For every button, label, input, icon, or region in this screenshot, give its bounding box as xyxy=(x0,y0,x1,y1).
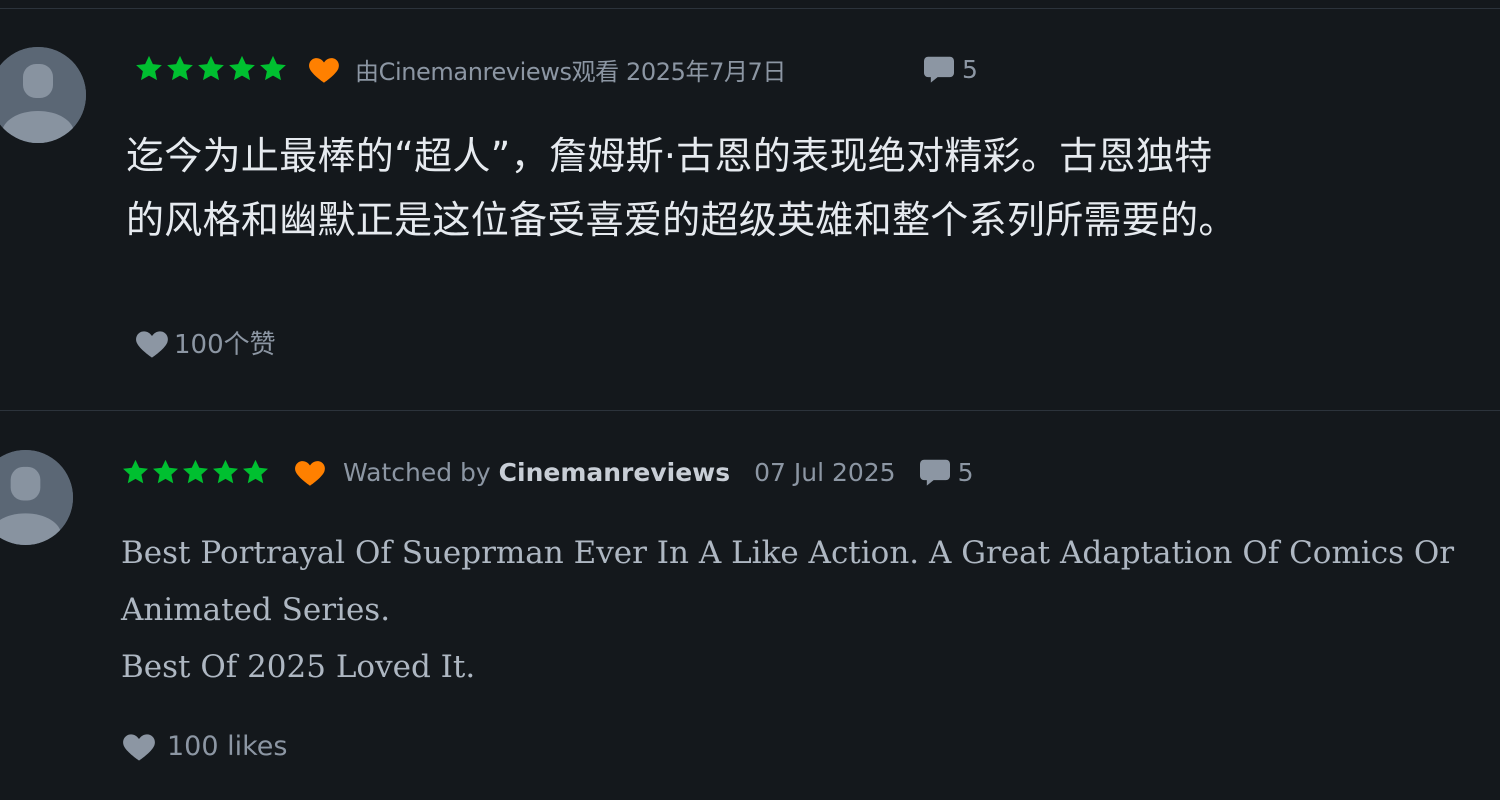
star-icon xyxy=(153,459,178,483)
star-rating xyxy=(121,458,271,487)
review-card: 由Cinemanreviews观看 2025年7月7日 5 迄今为止最棒的“超人… xyxy=(0,0,1500,410)
likes-count: 100 likes xyxy=(167,730,288,762)
star-icon xyxy=(198,55,224,81)
review-body: 迄今为止最棒的“超人”，詹姆斯·古恩的表现绝对精彩。古恩独特 的风格和幽默正是这… xyxy=(126,124,1237,252)
review-body-line: Best Of 2025 Loved It. xyxy=(121,649,476,685)
avatar[interactable] xyxy=(0,450,73,545)
star-icon xyxy=(229,55,255,81)
username-link[interactable]: Cinemanreviews xyxy=(499,458,730,487)
liked-heart-icon xyxy=(295,461,325,486)
watched-prefix: Watched by xyxy=(343,457,491,487)
watched-by-text[interactable]: 由Cinemanreviews观看 2025年7月7日 xyxy=(355,52,786,87)
review-body-line: 的风格和幽默正是这位备受喜爱的超级英雄和整个系列所需要的。 xyxy=(126,198,1237,242)
review-meta: 由Cinemanreviews观看 2025年7月7日 5 xyxy=(134,48,978,90)
comment-count[interactable]: 5 xyxy=(922,54,978,84)
review-body-line: Best Portrayal Of Sueprman Ever In A Lik… xyxy=(121,535,1455,571)
star-icon xyxy=(136,55,162,81)
comment-count-value: 5 xyxy=(962,54,978,84)
avatar[interactable] xyxy=(0,47,86,143)
review-date[interactable]: 07 Jul 2025 xyxy=(754,458,896,487)
review-body: Best Portrayal Of Sueprman Ever In A Lik… xyxy=(121,525,1454,696)
default-avatar-icon xyxy=(0,47,86,143)
heart-icon xyxy=(123,734,155,761)
star-icon xyxy=(183,459,208,483)
star-icon xyxy=(167,55,193,81)
star-icon xyxy=(243,459,268,483)
like-button[interactable]: 100个赞 xyxy=(134,324,276,361)
star-rating xyxy=(134,54,289,84)
liked-heart-icon xyxy=(309,58,339,83)
review-card: Watched by Cinemanreviews 07 Jul 2025 5 … xyxy=(0,411,1500,800)
likes-count: 100个赞 xyxy=(174,330,276,360)
comment-bubble-icon xyxy=(919,459,950,486)
star-icon xyxy=(260,55,286,81)
review-meta: Watched by Cinemanreviews 07 Jul 2025 5 xyxy=(121,451,974,493)
watched-by-text: Watched by Cinemanreviews 07 Jul 2025 xyxy=(343,458,896,487)
review-body-line: 迄今为止最棒的“超人”，詹姆斯·古恩的表现绝对精彩。古恩独特 xyxy=(126,134,1213,178)
review-body-line: Animated Series. xyxy=(121,592,391,628)
default-avatar-icon xyxy=(0,450,73,545)
comment-bubble-icon xyxy=(924,56,955,83)
star-icon xyxy=(213,459,238,483)
like-button[interactable]: 100 likes xyxy=(121,730,287,762)
comment-count[interactable]: 5 xyxy=(918,457,974,487)
heart-icon xyxy=(136,330,168,358)
comment-count-value: 5 xyxy=(957,457,974,487)
star-icon xyxy=(123,459,148,483)
